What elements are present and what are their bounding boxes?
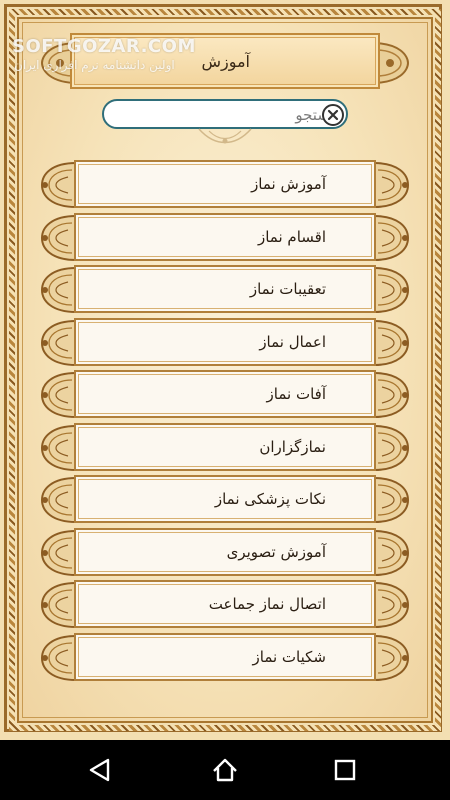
menu-item-label: تعقیبات نماز (249, 280, 326, 298)
search-input[interactable] (144, 104, 340, 126)
menu-ornament-right-icon (374, 215, 410, 261)
menu-ornament-right-icon (374, 320, 410, 366)
menu-ornament-left-icon (40, 635, 76, 681)
menu-item[interactable]: نمازگزاران (38, 423, 412, 473)
app-screen: آموزش SOFTGOZAR.COM اولین دانشنامه نرم ا… (0, 0, 450, 740)
menu-item-box[interactable]: نکات پزشکی نماز (74, 475, 376, 523)
recents-square-icon[interactable] (330, 755, 360, 785)
menu-item-label: اتصال نماز جماعت (208, 595, 326, 613)
search-ornament-icon (198, 128, 252, 144)
menu-item[interactable]: آموزش تصویری (38, 528, 412, 578)
menu-ornament-left-icon (40, 215, 76, 261)
page-title: آموزش (201, 52, 250, 71)
watermark-brand: SOFTGOZAR.COM (12, 36, 196, 57)
menu-ornament-right-icon (374, 635, 410, 681)
menu-ornament-left-icon (40, 162, 76, 208)
menu-item[interactable]: آفات نماز (38, 370, 412, 420)
menu-ornament-right-icon (374, 582, 410, 628)
menu-ornament-right-icon (374, 162, 410, 208)
menu-item[interactable]: اتصال نماز جماعت (38, 580, 412, 630)
menu-item-label: آفات نماز (266, 385, 326, 403)
menu-ornament-left-icon (40, 582, 76, 628)
menu-item-box[interactable]: اتصال نماز جماعت (74, 580, 376, 628)
menu-item-box[interactable]: اعمال نماز (74, 318, 376, 366)
menu-item[interactable]: نکات پزشکی نماز (38, 475, 412, 525)
menu-item-box[interactable]: شکیات نماز (74, 633, 376, 681)
close-circle-icon[interactable] (322, 104, 344, 126)
home-circle-icon[interactable] (210, 755, 240, 785)
menu-item-box[interactable]: آموزش تصویری (74, 528, 376, 576)
menu-ornament-left-icon (40, 320, 76, 366)
search-box (102, 99, 348, 129)
menu-item-label: شکیات نماز (252, 648, 327, 666)
menu-item[interactable]: تعقیبات نماز (38, 265, 412, 315)
menu-item-box[interactable]: نمازگزاران (74, 423, 376, 471)
back-triangle-icon[interactable] (85, 755, 115, 785)
menu-ornament-right-icon (374, 267, 410, 313)
menu-ornament-right-icon (374, 425, 410, 471)
menu-item[interactable]: اعمال نماز (38, 318, 412, 368)
menu-ornament-left-icon (40, 477, 76, 523)
menu-item-label: آموزش تصویری (226, 543, 326, 561)
menu-item[interactable]: شکیات نماز (38, 633, 412, 683)
menu-item-label: نکات پزشکی نماز (214, 490, 326, 508)
menu-item-label: آموزش نماز (251, 175, 326, 193)
menu-item[interactable]: اقسام نماز (38, 213, 412, 263)
menu-ornament-right-icon (374, 530, 410, 576)
menu-ornament-left-icon (40, 267, 76, 313)
watermark-tagline: اولین دانشنامه نرم افزاری ایران (14, 58, 175, 72)
menu-ornament-right-icon (374, 477, 410, 523)
menu-ornament-left-icon (40, 372, 76, 418)
menu-item-label: اقسام نماز (257, 228, 326, 246)
menu-ornament-left-icon (40, 425, 76, 471)
menu-item-box[interactable]: آموزش نماز (74, 160, 376, 208)
menu-item-label: نمازگزاران (259, 438, 326, 456)
menu-item[interactable]: آموزش نماز (38, 160, 412, 210)
menu-ornament-left-icon (40, 530, 76, 576)
menu-item-box[interactable]: تعقیبات نماز (74, 265, 376, 313)
menu-item-box[interactable]: آفات نماز (74, 370, 376, 418)
menu-item-box[interactable]: اقسام نماز (74, 213, 376, 261)
navigation-bar (0, 740, 450, 800)
menu-ornament-right-icon (374, 372, 410, 418)
menu-item-label: اعمال نماز (259, 333, 326, 351)
